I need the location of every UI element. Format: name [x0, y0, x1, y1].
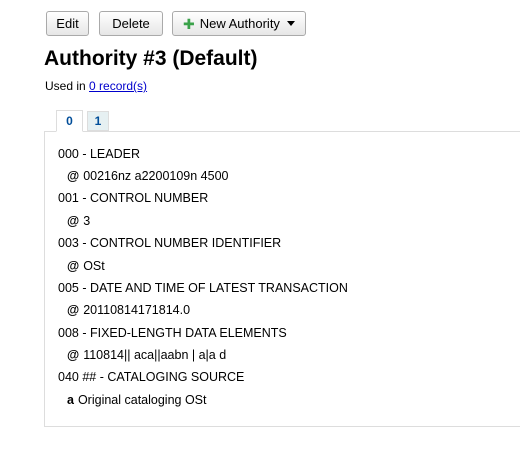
page-title: Authority #3 (Default)	[44, 47, 258, 70]
edit-button-label: Edit	[56, 16, 79, 31]
subfield-code: @	[67, 169, 80, 183]
field-tag-000: 000 - LEADER	[58, 147, 140, 161]
tab-0[interactable]: 0	[56, 110, 83, 132]
tab-1[interactable]: 1	[87, 111, 109, 131]
edit-button[interactable]: Edit	[46, 11, 89, 36]
field-tag-008: 008 - FIXED-LENGTH DATA ELEMENTS	[58, 326, 287, 340]
subfield-value: 110814|| aca||aabn | a|a d	[83, 348, 227, 362]
subfield-code: @	[67, 259, 80, 273]
subfield-003: @ OSt	[67, 259, 105, 273]
field-tag-040: 040 ## - CATALOGING SOURCE	[58, 370, 245, 384]
subfield-040: a Original cataloging OSt	[67, 393, 207, 407]
subfield-001: @3	[67, 214, 90, 228]
subfield-code: a	[67, 393, 74, 407]
field-tag-003: 003 - CONTROL NUMBER IDENTIFIER	[58, 236, 282, 250]
subfield-value: 3	[83, 214, 91, 228]
subfield-code: @	[67, 303, 80, 317]
new-authority-label: New Authority	[199, 16, 280, 31]
delete-button-label: Delete	[112, 16, 150, 31]
subfield-value: 00216nz a2200109n 4500	[83, 169, 229, 183]
subfield-000: @00216nz a2200109n 4500	[67, 169, 229, 183]
subfield-005: @20110814171814.0	[67, 303, 190, 317]
subfield-value: OSt	[83, 259, 105, 273]
used-in-prefix: Used in	[45, 79, 86, 93]
subfield-code: @	[67, 214, 80, 228]
used-in-records-link[interactable]: 0 record(s)	[89, 79, 147, 93]
subfield-value: Original cataloging OSt	[77, 393, 207, 407]
subfield-008: @110814|| aca||aabn | a|a d	[67, 348, 226, 362]
used-in-text: Used in 0 record(s)	[45, 79, 147, 93]
field-tag-001: 001 - CONTROL NUMBER	[58, 191, 209, 205]
plus-icon: ✚	[183, 15, 195, 32]
subfield-code: @	[67, 348, 80, 362]
caret-down-icon	[286, 21, 295, 26]
subfield-value: 20110814171814.0	[83, 303, 191, 317]
field-tag-005: 005 - DATE AND TIME OF LATEST TRANSACTIO…	[58, 281, 348, 295]
new-authority-dropdown-button[interactable]: ✚ New Authority	[172, 11, 306, 36]
delete-button[interactable]: Delete	[99, 11, 163, 36]
